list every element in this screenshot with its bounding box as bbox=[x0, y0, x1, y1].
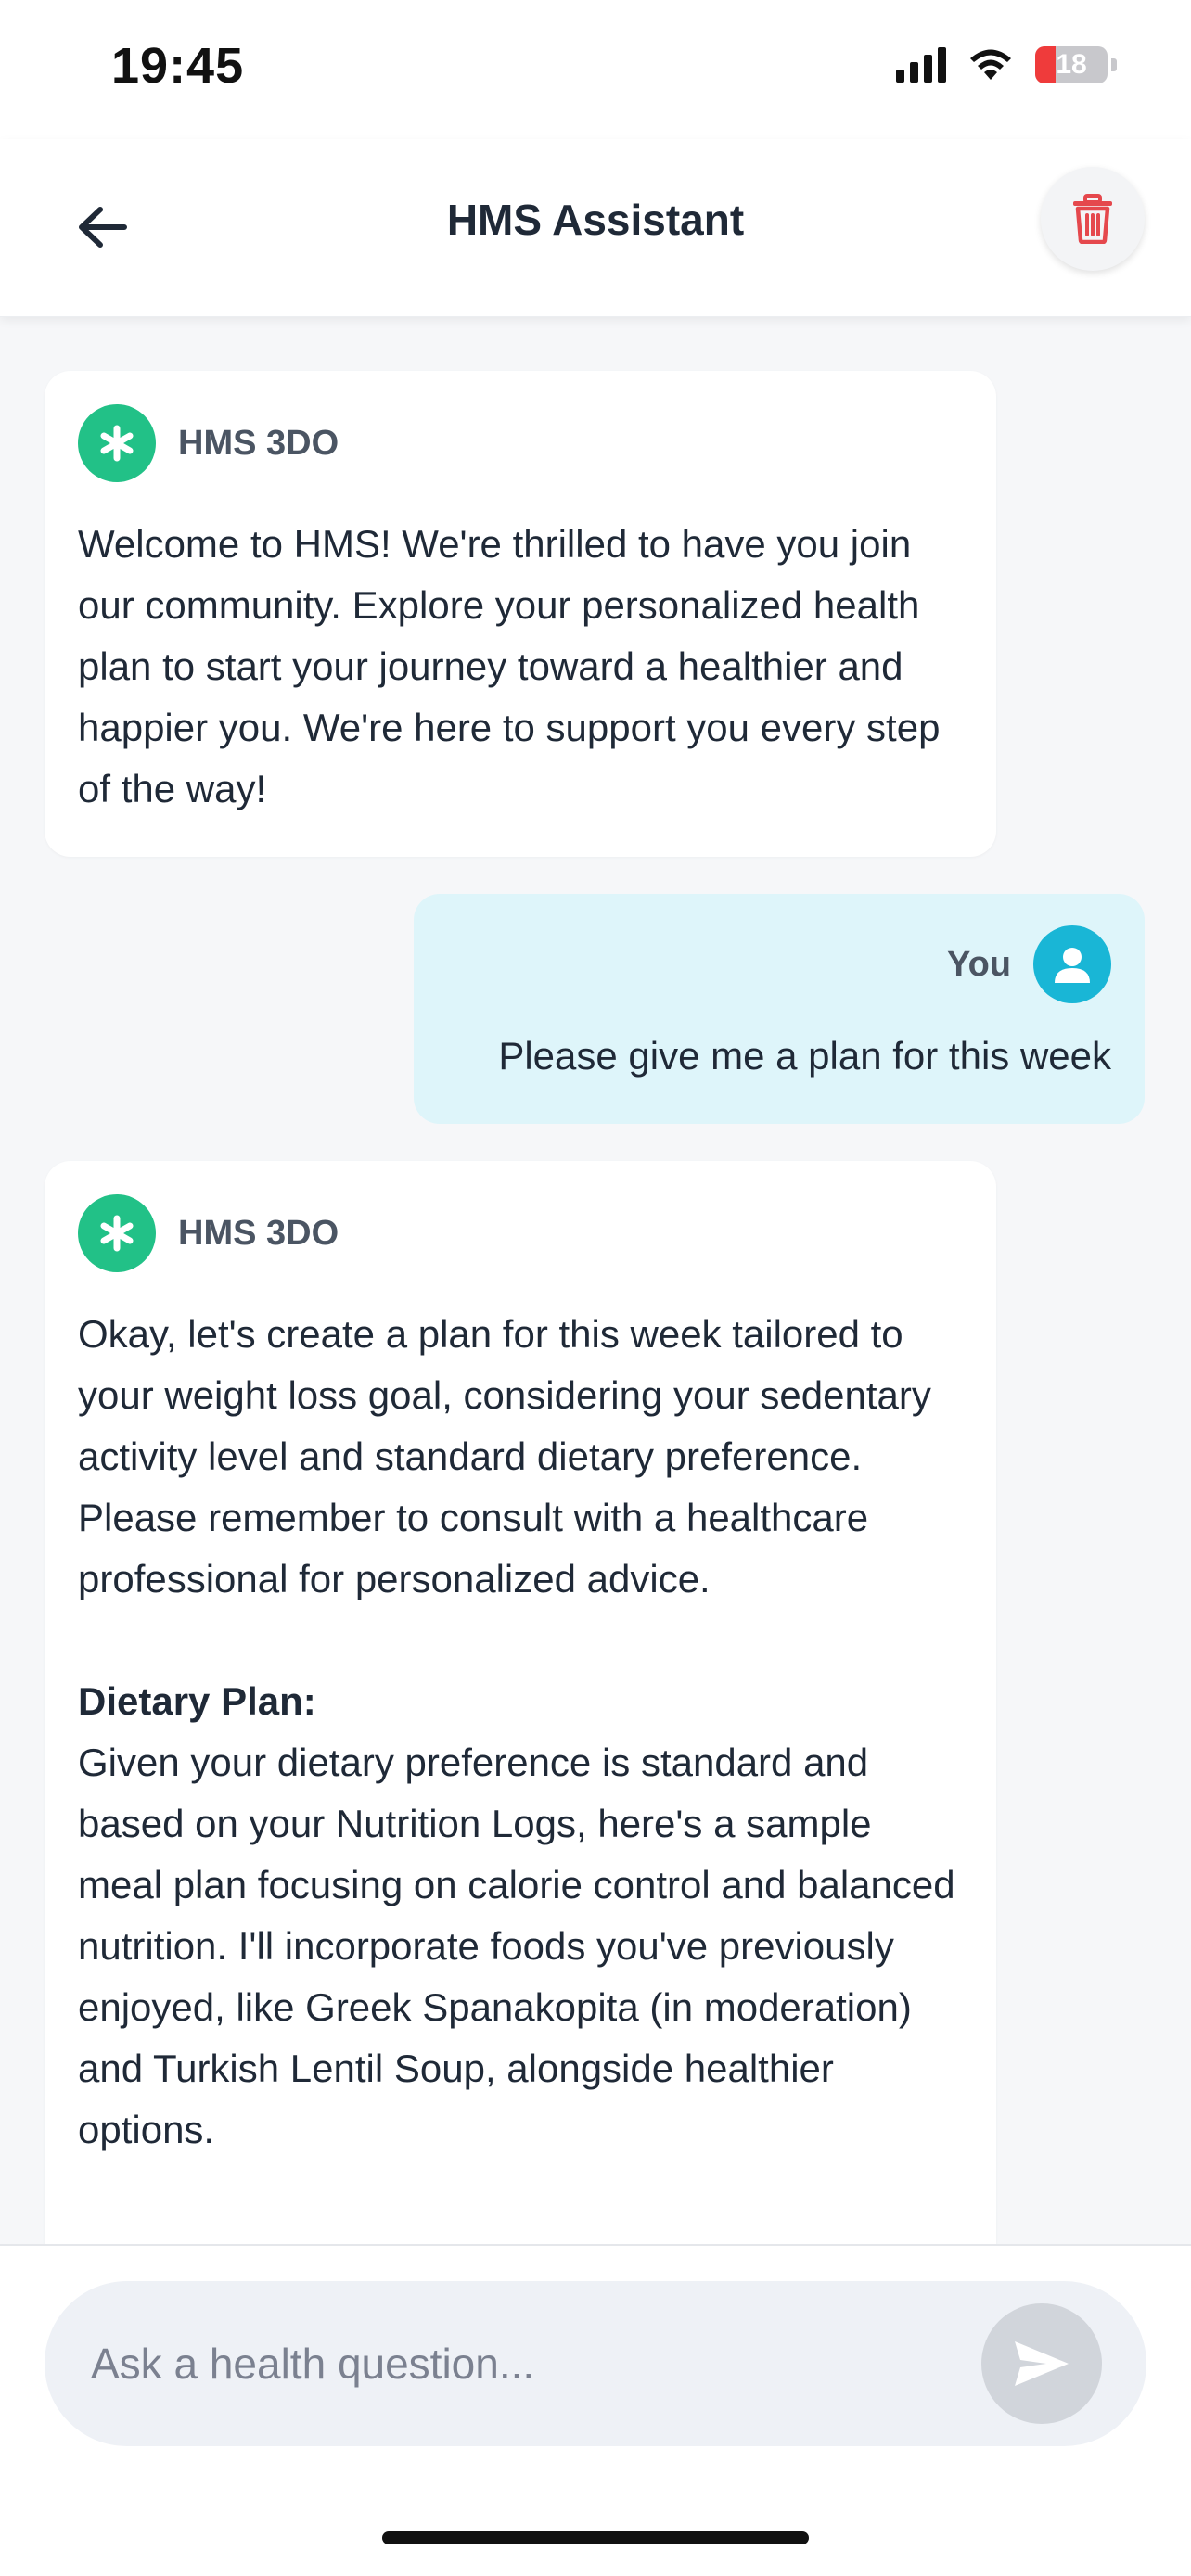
section-text: Given your dietary preference is standar… bbox=[78, 1741, 955, 2151]
user-avatar bbox=[1033, 925, 1111, 1003]
sender-name: You bbox=[947, 944, 1011, 984]
asterisk-icon bbox=[100, 1215, 134, 1252]
signal-icon bbox=[896, 47, 946, 83]
status-bar: 19:45 18 bbox=[0, 0, 1191, 139]
sender-row: You bbox=[447, 925, 1111, 1003]
composer bbox=[0, 2244, 1191, 2576]
battery-icon: 18 bbox=[1035, 46, 1108, 83]
message-text: Please give me a plan for this week bbox=[498, 1034, 1111, 1078]
sender-name: HMS 3DO bbox=[178, 423, 339, 463]
status-icons: 18 bbox=[896, 46, 1117, 83]
battery-level: 18 bbox=[1056, 49, 1087, 80]
user-message: You Please give me a plan for this week bbox=[414, 894, 1145, 1124]
sender-row: HMS 3DO bbox=[78, 404, 963, 482]
status-time: 19:45 bbox=[111, 38, 245, 94]
composer-pill bbox=[45, 2281, 1146, 2446]
assistant-message: HMS 3DO Okay, let's create a plan for th… bbox=[45, 1161, 996, 2244]
section-heading: Dietary Plan: bbox=[78, 1679, 316, 1723]
page-title: HMS Assistant bbox=[446, 196, 745, 244]
assistant-avatar bbox=[78, 1194, 156, 1272]
wifi-icon bbox=[970, 49, 1011, 80]
message-text: Welcome to HMS! We're thrilled to have y… bbox=[78, 522, 941, 810]
sender-name: HMS 3DO bbox=[178, 1213, 339, 1253]
chat-screen: 19:45 18 HMS Assistant HMS 3DO Welcome t… bbox=[0, 0, 1191, 2576]
trash-icon bbox=[1073, 194, 1112, 244]
send-icon bbox=[1015, 2341, 1069, 2386]
sender-row: HMS 3DO bbox=[78, 1194, 963, 1272]
message-text: Okay, let's create a plan for this week … bbox=[78, 1312, 931, 1600]
home-indicator bbox=[382, 2531, 809, 2544]
message-list[interactable]: HMS 3DO Welcome to HMS! We're thrilled t… bbox=[0, 317, 1191, 2244]
user-icon bbox=[1055, 948, 1090, 983]
question-input[interactable] bbox=[91, 2281, 981, 2446]
send-button[interactable] bbox=[981, 2303, 1102, 2424]
assistant-avatar bbox=[78, 404, 156, 482]
delete-chat-button[interactable] bbox=[1041, 167, 1145, 271]
app-header: HMS Assistant bbox=[0, 139, 1191, 317]
asterisk-icon bbox=[100, 425, 134, 462]
assistant-message: HMS 3DO Welcome to HMS! We're thrilled t… bbox=[45, 371, 996, 857]
